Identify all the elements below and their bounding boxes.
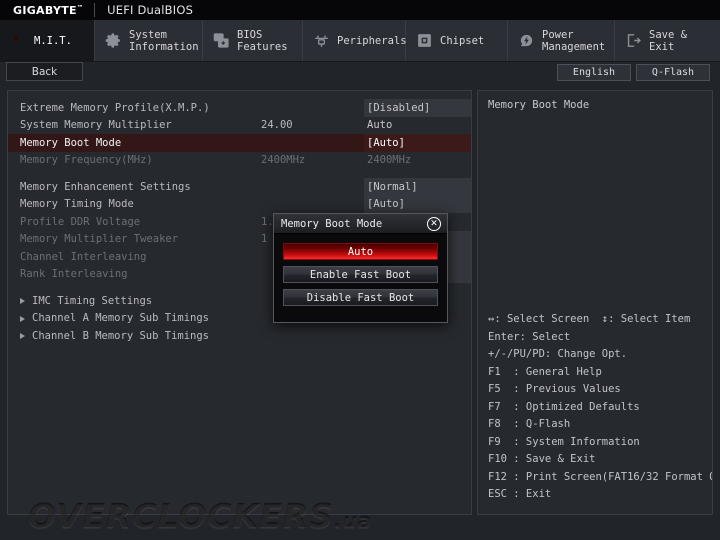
key-legend-list: ↔: Select Screen ↕: Select Item Enter: Se… xyxy=(488,311,712,504)
submenu-row[interactable]: Channel B Memory Sub Timings xyxy=(8,327,471,345)
setting-row[interactable]: Memory Timing Mode [Auto] xyxy=(8,195,471,213)
setting-row-label: Memory Frequency(MHz) xyxy=(20,154,153,167)
chip-stack-icon xyxy=(213,32,230,49)
setting-row-label: Memory Boot Mode xyxy=(20,136,122,149)
tab-power-management-label: Power Management xyxy=(542,28,606,53)
setting-row[interactable]: Extreme Memory Profile(X.M.P.) [Disabled] xyxy=(8,99,471,117)
qflash-button[interactable]: Q-Flash xyxy=(636,64,710,81)
dialog-option[interactable]: Auto xyxy=(283,243,438,260)
brand-subtitle: UEFI DualBIOS xyxy=(107,3,194,17)
tab-power-management[interactable]: Power Management xyxy=(508,20,615,61)
brand-divider xyxy=(94,3,96,17)
key-legend-line: ESC : Exit xyxy=(488,488,552,500)
close-icon[interactable]: ✕ xyxy=(427,217,441,231)
key-legend-line: F10 : Save & Exit xyxy=(488,453,596,465)
bios-screen: GIGABYTE™ UEFI DualBIOS M.I.T. System In… xyxy=(0,0,720,540)
setting-row[interactable]: Memory Frequency(MHz) 2400MHz 2400MHz xyxy=(8,152,471,170)
setting-row-value[interactable]: [Auto] xyxy=(364,134,471,152)
tab-system-information[interactable]: System Information xyxy=(95,20,203,61)
tab-chipset-label: Chipset xyxy=(440,34,485,47)
tab-chipset[interactable]: Chipset xyxy=(406,20,508,61)
chevron-right-icon xyxy=(20,333,25,339)
submenu-row-label: Channel B Memory Sub Timings xyxy=(32,329,210,342)
brand-bar: GIGABYTE™ UEFI DualBIOS xyxy=(0,0,720,20)
setting-row-current: 2400MHz xyxy=(261,154,306,167)
exit-door-icon xyxy=(625,32,642,49)
setting-row-label: Extreme Memory Profile(X.M.P.) xyxy=(20,101,210,114)
watermark-suffix: .ua xyxy=(334,509,373,533)
tab-save-and-exit-label: Save & Exit xyxy=(649,28,687,53)
tab-peripherals-label: Peripherals xyxy=(337,34,407,47)
dialog-option[interactable]: Enable Fast Boot xyxy=(283,266,438,283)
tab-system-information-label: System Information xyxy=(129,28,199,53)
dialog-header: Memory Boot Mode ✕ xyxy=(274,214,447,234)
key-legend-line: F5 : Previous Values xyxy=(488,383,621,395)
watermark-main: OVERCLOCKERS xyxy=(28,497,335,536)
tab-bios-features-label: BIOS Features xyxy=(237,28,288,53)
setting-row-label: Memory Multiplier Tweaker xyxy=(20,233,179,246)
submenu-row-label: Channel A Memory Sub Timings xyxy=(32,312,210,325)
setting-row-value[interactable]: Auto xyxy=(364,117,471,135)
dialog-title: Memory Boot Mode xyxy=(281,217,383,230)
setting-row[interactable]: Memory Boot Mode [Auto] xyxy=(8,134,471,152)
language-button[interactable]: English xyxy=(557,64,631,81)
tab-bios-features[interactable]: BIOS Features xyxy=(203,20,303,61)
setting-row-label: Rank Interleaving xyxy=(20,268,128,281)
dialog-options: Auto Enable Fast Boot Disable Fast Boot xyxy=(274,234,447,306)
setting-row-value[interactable]: 2400MHz xyxy=(364,152,471,170)
back-button[interactable]: Back xyxy=(6,62,83,81)
tab-peripherals[interactable]: Peripherals xyxy=(303,20,407,61)
key-legend-line: +/-/PU/PD: Change Opt. xyxy=(488,348,628,360)
sub-toolbar: Back English Q-Flash xyxy=(0,62,720,88)
watermark: OVERCLOCKERS.ua xyxy=(28,497,372,536)
help-title: Memory Boot Mode xyxy=(488,99,590,111)
mit-target-icon xyxy=(10,32,27,49)
lightning-bolt-icon xyxy=(518,32,535,49)
key-legend-line: Enter: Select xyxy=(488,330,571,343)
setting-row-label: Channel Interleaving xyxy=(20,250,147,263)
setting-row-value[interactable]: [Normal] xyxy=(364,178,471,196)
setting-row-current: 1 xyxy=(261,233,268,246)
key-legend-line: F12 : Print Screen(FAT16/32 Format Only) xyxy=(488,470,712,483)
chevron-right-icon xyxy=(20,298,25,304)
tab-mit-label: M.I.T. xyxy=(34,34,72,47)
connector-icon xyxy=(313,32,330,49)
chevron-right-icon xyxy=(20,315,25,322)
setting-row-value[interactable]: [Disabled] xyxy=(364,99,471,117)
gear-icon xyxy=(105,32,122,49)
key-legend-line: F9 : System Information xyxy=(488,435,640,448)
trademark-symbol: ™ xyxy=(76,3,84,11)
setting-row-current: 24.00 xyxy=(261,119,293,132)
main-nav-bar: M.I.T. System Information BIOS Features xyxy=(0,20,720,62)
tab-save-and-exit[interactable]: Save & Exit xyxy=(615,20,720,61)
key-legend-line: F8 : Q-Flash xyxy=(488,418,571,430)
chipset-square-icon xyxy=(416,32,433,49)
setting-row-label: System Memory Multiplier xyxy=(20,119,172,132)
dialog-option[interactable]: Disable Fast Boot xyxy=(283,289,438,306)
tab-mit[interactable]: M.I.T. xyxy=(0,20,95,61)
row-spacer xyxy=(8,169,471,178)
submenu-row-label: IMC Timing Settings xyxy=(32,294,153,307)
key-legend-line: F1 : General Help xyxy=(488,365,602,378)
setting-row-label: Memory Enhancement Settings xyxy=(20,180,191,193)
setting-row-value[interactable]: [Auto] xyxy=(364,195,471,213)
gigabyte-logo: GIGABYTE™ xyxy=(13,3,84,17)
help-panel: Memory Boot Mode ↔: Select Screen ↕: Sel… xyxy=(477,90,713,515)
setting-row-label: Profile DDR Voltage xyxy=(20,215,141,228)
memory-boot-mode-dialog: Memory Boot Mode ✕ Auto Enable Fast Boot D… xyxy=(273,213,448,323)
setting-row[interactable]: Memory Enhancement Settings [Normal] xyxy=(8,178,471,196)
key-legend-line: F7 : Optimized Defaults xyxy=(488,400,640,413)
setting-row[interactable]: System Memory Multiplier 24.00 Auto xyxy=(8,117,471,135)
key-legend-line: ↔: Select Screen ↕: Select Item xyxy=(488,313,691,325)
setting-row-label: Memory Timing Mode xyxy=(20,198,134,211)
